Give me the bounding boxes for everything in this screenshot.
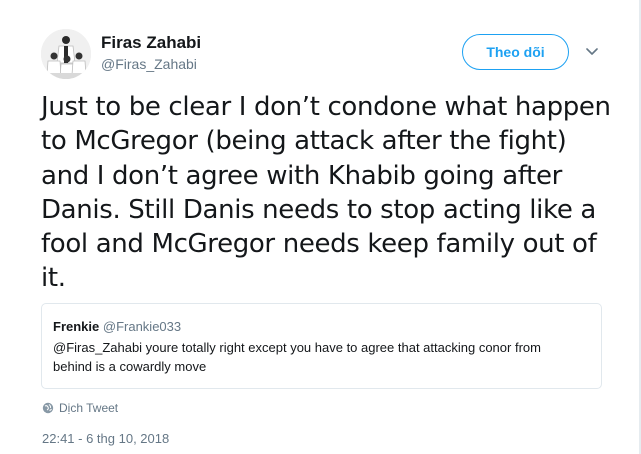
globe-icon bbox=[42, 402, 54, 414]
tweet-text: Just to be clear I don’t condone what ha… bbox=[41, 90, 616, 296]
quoted-text-line: behind is a cowardly move bbox=[53, 359, 207, 374]
author-info: Firas Zahabi @Firas_Zahabi bbox=[101, 33, 201, 73]
quoted-tweet[interactable]: Frenkie @Frankie033 @Firas_Zahabi youre … bbox=[41, 303, 602, 389]
tweet-timestamp[interactable]: 22:41 - 6 thg 10, 2018 bbox=[42, 431, 169, 446]
translate-label[interactable]: Dịch Tweet bbox=[59, 401, 118, 415]
quoted-tweet-header: Frenkie @Frankie033 bbox=[53, 318, 590, 335]
tweet-text-line: to McGregor (being attack after the figh… bbox=[41, 126, 567, 157]
follow-button[interactable]: Theo dõi bbox=[462, 34, 569, 70]
quoted-author-name: Frenkie bbox=[53, 319, 100, 334]
tweet-text-line: Danis. Still Danis needs to stop acting … bbox=[41, 194, 596, 225]
tweet-text-line: and I don’t agree with Khabib going afte… bbox=[41, 160, 562, 191]
quoted-text-line: @Firas_Zahabi youre totally right except… bbox=[53, 340, 541, 355]
avatar[interactable] bbox=[41, 29, 91, 79]
author-handle[interactable]: @Firas_Zahabi bbox=[101, 55, 201, 73]
tweet-text-line: fool and McGregor needs keep family out … bbox=[41, 229, 597, 260]
translate-tweet-link[interactable]: Dịch Tweet bbox=[42, 401, 118, 415]
tweet-text-line: Just to be clear I don’t condone what ha… bbox=[41, 92, 611, 122]
quoted-author-handle: @Frankie033 bbox=[102, 319, 182, 334]
avatar-image bbox=[41, 29, 91, 79]
tweet-text-line: it. bbox=[41, 263, 66, 294]
chevron-down-icon[interactable] bbox=[585, 46, 599, 58]
tweet-card: Firas Zahabi @Firas_Zahabi Theo dõi Just… bbox=[0, 0, 641, 454]
quoted-tweet-text: @Firas_Zahabi youre totally right except… bbox=[53, 338, 590, 376]
author-name[interactable]: Firas Zahabi bbox=[101, 33, 201, 53]
